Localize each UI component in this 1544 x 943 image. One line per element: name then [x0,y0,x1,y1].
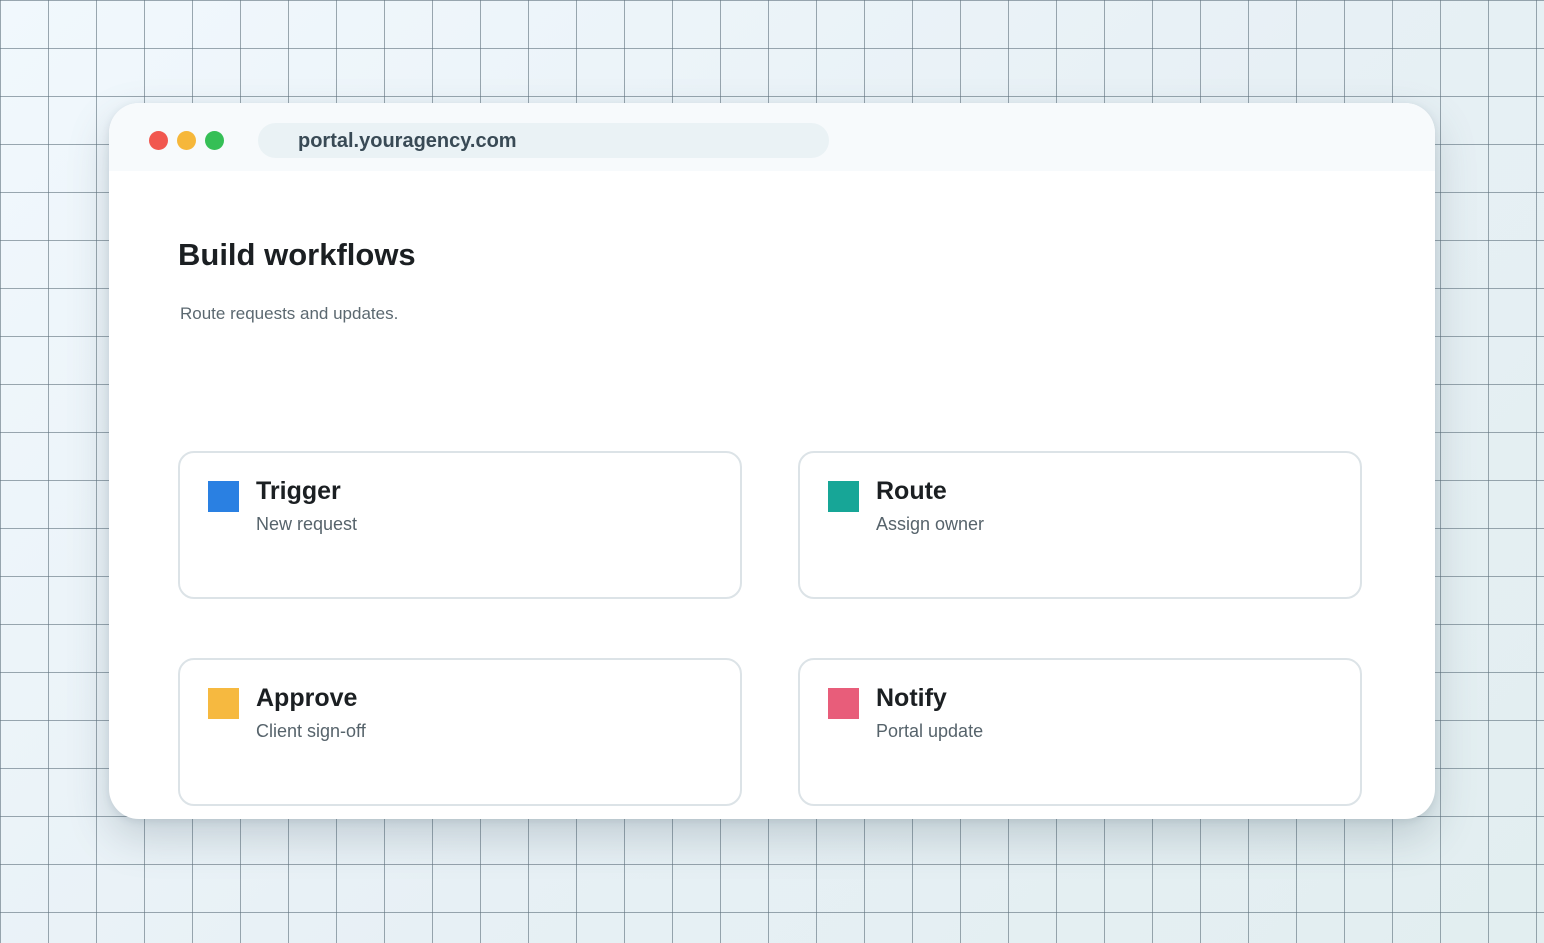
teal-square-icon [828,481,859,512]
workflow-card-description: New request [256,514,358,534]
workflow-card-title: Approve [256,684,358,712]
workflow-card-route[interactable]: Route Assign owner [798,451,1362,599]
browser-window: portal.youragency.com Build workflows Ro… [109,103,1435,819]
page-title: Build workflows [178,237,416,272]
workflow-card-notify[interactable]: Notify Portal update [798,658,1362,806]
address-bar-url: portal.youragency.com [298,130,517,152]
workflow-card-title: Trigger [256,477,341,505]
browser-titlebar: portal.youragency.com [109,103,1435,171]
close-window-button[interactable] [149,131,168,150]
maximize-window-button[interactable] [205,131,224,150]
workflow-card-title: Notify [876,684,947,712]
workflow-card-trigger[interactable]: Trigger New request [178,451,742,599]
page-subtitle: Route requests and updates. [180,304,399,323]
address-bar[interactable]: portal.youragency.com [258,123,829,158]
workflow-card-description: Client sign-off [256,721,366,741]
yellow-square-icon [208,688,239,719]
workflow-card-description: Portal update [876,721,984,741]
workflow-card-description: Assign owner [876,514,985,534]
workflow-card-approve[interactable]: Approve Client sign-off [178,658,742,806]
pink-square-icon [828,688,859,719]
blue-square-icon [208,481,239,512]
workflow-card-title: Route [876,477,947,505]
minimize-window-button[interactable] [177,131,196,150]
